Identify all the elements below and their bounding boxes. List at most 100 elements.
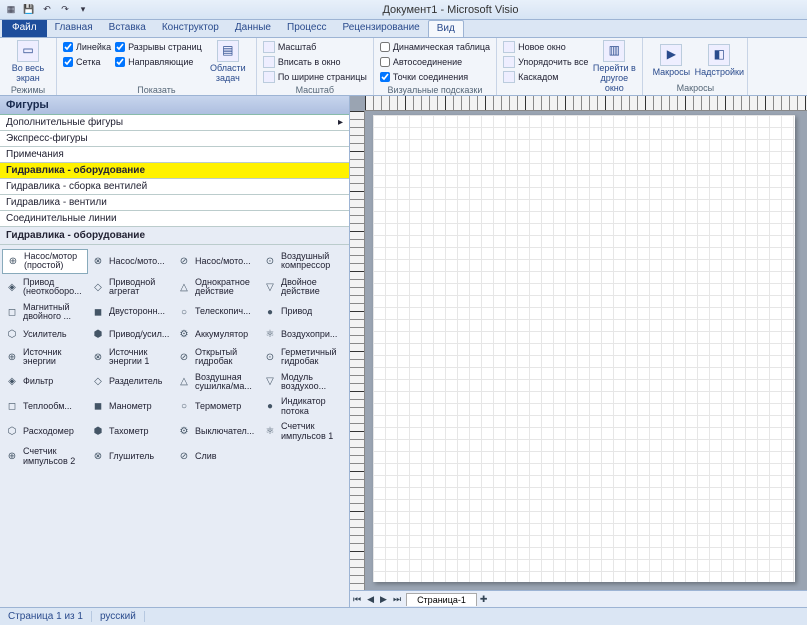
page-nav-next-icon[interactable]: ▶ (377, 594, 390, 605)
shape-item[interactable]: ⊕Источник энергии (2, 346, 88, 369)
drawing-page[interactable] (373, 115, 795, 582)
shape-item[interactable]: ◼Манометр (88, 395, 174, 418)
shape-item[interactable]: ⊕Счетчик импульсов 2 (2, 445, 88, 468)
shape-item[interactable]: ⊘Открытый гидробак (174, 346, 260, 369)
shape-item[interactable]: ⊗Насос/мото... (88, 249, 174, 274)
page-nav-last-icon[interactable]: ⏭ (390, 594, 404, 605)
shape-item[interactable]: ⊗Глушитель (88, 445, 174, 468)
chevron-right-icon: ▸ (338, 117, 343, 128)
tab-design[interactable]: Конструктор (154, 20, 227, 37)
tab-data[interactable]: Данные (227, 20, 279, 37)
shape-item[interactable]: ⬡Усилитель (2, 326, 88, 344)
shape-item[interactable]: ⊕Насос/мотор (простой) (2, 249, 88, 274)
new-page-icon[interactable]: ✚ (477, 594, 491, 605)
status-language[interactable]: русский (92, 611, 145, 622)
save-icon[interactable]: 💾 (22, 3, 36, 17)
shape-item[interactable]: ◼Двусторонн... (88, 301, 174, 324)
shape-item[interactable]: ◈Привод (неоткоборо... (2, 276, 88, 299)
shape-item[interactable]: ◻Теплообм... (2, 395, 88, 418)
tab-process[interactable]: Процесс (279, 20, 335, 37)
shape-item[interactable]: ⊙Герметичный гидробак (260, 346, 346, 369)
chk-autoconnect[interactable]: Автосоединение (380, 55, 490, 69)
shape-item[interactable]: ◇Приводной агрегат (88, 276, 174, 299)
shape-label: Счетчик импульсов 2 (23, 447, 86, 466)
shape-item[interactable]: ⚙Выключател... (174, 420, 260, 443)
shape-item[interactable]: △Воздушная сушилка/ма... (174, 371, 260, 394)
shape-item[interactable]: ◈Фильтр (2, 371, 88, 394)
ruler-horizontal[interactable] (365, 96, 807, 111)
shape-item[interactable]: ⊙Воздушный компрессор (260, 249, 346, 274)
undo-icon[interactable]: ↶ (40, 3, 54, 17)
ruler-vertical[interactable] (350, 111, 365, 590)
shape-label: Индикатор потока (281, 397, 344, 416)
tab-insert[interactable]: Вставка (101, 20, 154, 37)
shape-item[interactable]: ⬡Расходомер (2, 420, 88, 443)
page-nav-prev-icon[interactable]: ◀ (364, 594, 377, 605)
page-viewport[interactable] (365, 111, 807, 590)
shape-item[interactable]: ⚙Аккумулятор (174, 326, 260, 344)
shape-label: Магнитный двойного ... (23, 303, 86, 322)
new-window-icon (503, 41, 515, 53)
shape-item[interactable]: ⬢Тахометр (88, 420, 174, 443)
tab-review[interactable]: Рецензирование (335, 20, 428, 37)
addons-button[interactable]: ◧ Надстройки (697, 40, 741, 82)
shape-icon: ⊘ (176, 450, 192, 464)
shape-item[interactable]: ▽Двойное действие (260, 276, 346, 299)
section-connectors[interactable]: Соединительные линии (0, 211, 349, 227)
switch-window-label: Перейти в другое окно (592, 64, 636, 94)
shape-icon: ◻ (4, 305, 20, 319)
shape-item[interactable]: ⊘Слив (174, 445, 260, 468)
shape-item[interactable]: ⊗Источник энергии 1 (88, 346, 174, 369)
shape-item[interactable]: ●Привод (260, 301, 346, 324)
section-hydraulics-valve-assembly[interactable]: Гидравлика - сборка вентилей (0, 179, 349, 195)
chk-dynamic-grid[interactable]: Динамическая таблица (380, 40, 490, 54)
chk-connection-points[interactable]: Точки соединения (380, 70, 490, 84)
zoom-button[interactable]: Масштаб (263, 40, 367, 54)
tab-file[interactable]: Файл (2, 20, 47, 37)
section-annotations[interactable]: Примечания (0, 147, 349, 163)
taskpane-icon: ▤ (217, 40, 239, 62)
section-hydraulics-valves[interactable]: Гидравлика - вентили (0, 195, 349, 211)
new-window-button[interactable]: Новое окно (503, 40, 588, 54)
section-more-shapes[interactable]: Дополнительные фигуры▸ (0, 115, 349, 131)
chk-pagebreaks[interactable]: Разрывы страниц (115, 40, 202, 54)
fit-width-icon (263, 71, 275, 83)
chk-grid[interactable]: Сетка (63, 55, 111, 69)
shape-item[interactable]: ⚛Воздухопри... (260, 326, 346, 344)
qat-dropdown-icon[interactable]: ▾ (76, 3, 90, 17)
arrange-icon (503, 56, 515, 68)
task-panes-button[interactable]: ▤ Области задач (206, 40, 250, 84)
shape-item[interactable]: ⬢Привод/усил... (88, 326, 174, 344)
chk-ruler[interactable]: Линейка (63, 40, 111, 54)
arrange-all-button[interactable]: Упорядочить все (503, 55, 588, 69)
shape-item[interactable]: ▽Модуль воздухоо... (260, 371, 346, 394)
shape-icon: △ (176, 375, 192, 389)
section-quick-shapes[interactable]: Экспресс-фигуры (0, 131, 349, 147)
shape-item[interactable]: ◻Магнитный двойного ... (2, 301, 88, 324)
shape-item[interactable]: ●Индикатор потока (260, 395, 346, 418)
redo-icon[interactable]: ↷ (58, 3, 72, 17)
macros-button[interactable]: ▶ Макросы (649, 40, 693, 82)
cascade-button[interactable]: Каскадом (503, 70, 588, 84)
fit-window-button[interactable]: Вписать в окно (263, 55, 367, 69)
shape-item[interactable]: ⚛Счетчик импульсов 1 (260, 420, 346, 443)
status-page[interactable]: Страница 1 из 1 (0, 611, 92, 622)
shape-label: Источник энергии (23, 348, 86, 367)
shape-icon: ○ (176, 400, 192, 414)
shape-item[interactable]: △Однократное действие (174, 276, 260, 299)
chk-guides[interactable]: Направляющие (115, 55, 202, 69)
tab-view[interactable]: Вид (428, 20, 464, 37)
page-nav-first-icon[interactable]: ⏮ (350, 594, 364, 605)
page-tab-1[interactable]: Страница-1 (406, 593, 477, 606)
shape-item[interactable]: ○Термометр (174, 395, 260, 418)
fullscreen-button[interactable]: ▭ Во весь экран (6, 40, 50, 84)
tab-home[interactable]: Главная (47, 20, 101, 37)
shape-item[interactable]: ○Телескопич... (174, 301, 260, 324)
fit-width-button[interactable]: По ширине страницы (263, 70, 367, 84)
shape-icon: ◇ (90, 280, 106, 294)
section-hydraulics-equipment[interactable]: Гидравлика - оборудование (0, 163, 349, 179)
workspace: Фигуры Дополнительные фигуры▸ Экспресс-ф… (0, 96, 807, 607)
shape-item[interactable]: ⊘Насос/мото... (174, 249, 260, 274)
switch-window-button[interactable]: ▥ Перейти в другое окно (592, 40, 636, 94)
shape-item[interactable]: ◇Разделитель (88, 371, 174, 394)
